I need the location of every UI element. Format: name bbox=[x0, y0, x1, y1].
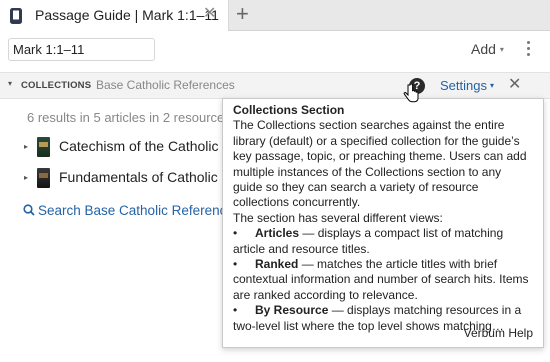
article-row[interactable]: ▸ Fundamentals of Catholic Dogma bbox=[0, 167, 230, 193]
add-button[interactable]: Add ▾ bbox=[471, 41, 504, 57]
article-title[interactable]: Catechism of the Catholic Church bbox=[59, 138, 229, 154]
tooltip-views-intro: The section has several different views: bbox=[233, 210, 443, 225]
tab-title: Passage Guide | Mark 1:1–11 bbox=[35, 7, 219, 23]
chevron-down-icon: ▾ bbox=[489, 81, 494, 90]
article-row[interactable]: ▸ Catechism of the Catholic Church bbox=[0, 136, 230, 162]
expand-caret-icon[interactable]: ▸ bbox=[24, 173, 28, 182]
document-icon bbox=[10, 8, 22, 24]
tab-bar: Passage Guide | Mark 1:1–11 ✕ + bbox=[0, 0, 550, 31]
tooltip-view-item: • Articles — displays a compact list of m… bbox=[233, 226, 533, 257]
expand-caret-icon[interactable]: ▸ bbox=[24, 142, 28, 151]
search-collection-link[interactable]: Search Base Catholic References bbox=[23, 203, 228, 218]
verbum-help-link[interactable]: Verbum Help bbox=[464, 326, 533, 341]
plus-icon[interactable]: + bbox=[236, 2, 249, 26]
pointer-cursor-icon bbox=[403, 84, 419, 103]
bullet: • bbox=[233, 226, 238, 241]
bullet: • bbox=[233, 303, 238, 318]
add-label: Add bbox=[471, 41, 496, 57]
bullet: • bbox=[233, 257, 238, 272]
section-subtitle: Base Catholic References bbox=[96, 78, 235, 92]
settings-label: Settings bbox=[440, 78, 487, 93]
book-cover-icon bbox=[37, 137, 50, 157]
collapse-caret-icon[interactable]: ▾ bbox=[8, 79, 12, 88]
chevron-down-icon: ▾ bbox=[499, 45, 504, 54]
results-summary: 6 results in 5 articles in 2 resources bbox=[27, 110, 231, 125]
book-cover-icon bbox=[37, 168, 50, 188]
article-title[interactable]: Fundamentals of Catholic Dogma bbox=[59, 169, 229, 185]
close-icon[interactable]: ✕ bbox=[203, 5, 216, 23]
collections-section-header: ▾ COLLECTIONS Base Catholic References ?… bbox=[0, 72, 550, 99]
settings-button[interactable]: Settings ▾ bbox=[440, 78, 494, 93]
view-name: Ranked bbox=[255, 257, 299, 272]
tooltip-title: Collections Section bbox=[233, 103, 345, 117]
close-section-icon[interactable]: ✕ bbox=[508, 76, 521, 94]
passage-guide-panel: Passage Guide | Mark 1:1–11 ✕ + Add▾ ▾ C… bbox=[0, 0, 550, 362]
tooltip-intro: The Collections section searches against… bbox=[233, 118, 527, 210]
search-link-label: Search Base Catholic References bbox=[38, 203, 228, 218]
tooltip-view-item: • Ranked — matches the article titles wit… bbox=[233, 257, 533, 303]
section-title[interactable]: COLLECTIONS bbox=[21, 80, 91, 91]
help-tooltip: Collections Section The Collections sect… bbox=[222, 98, 544, 348]
view-name: By Resource bbox=[255, 303, 329, 318]
tab-passage-guide[interactable]: Passage Guide | Mark 1:1–11 ✕ bbox=[0, 0, 229, 31]
reference-input[interactable] bbox=[8, 38, 155, 61]
more-vertical-icon[interactable] bbox=[524, 40, 532, 58]
search-icon bbox=[23, 204, 35, 216]
view-name: Articles bbox=[255, 226, 300, 241]
tooltip-views-list: • Articles — displays a compact list of m… bbox=[233, 226, 533, 334]
guide-toolbar: Add▾ bbox=[0, 32, 550, 68]
